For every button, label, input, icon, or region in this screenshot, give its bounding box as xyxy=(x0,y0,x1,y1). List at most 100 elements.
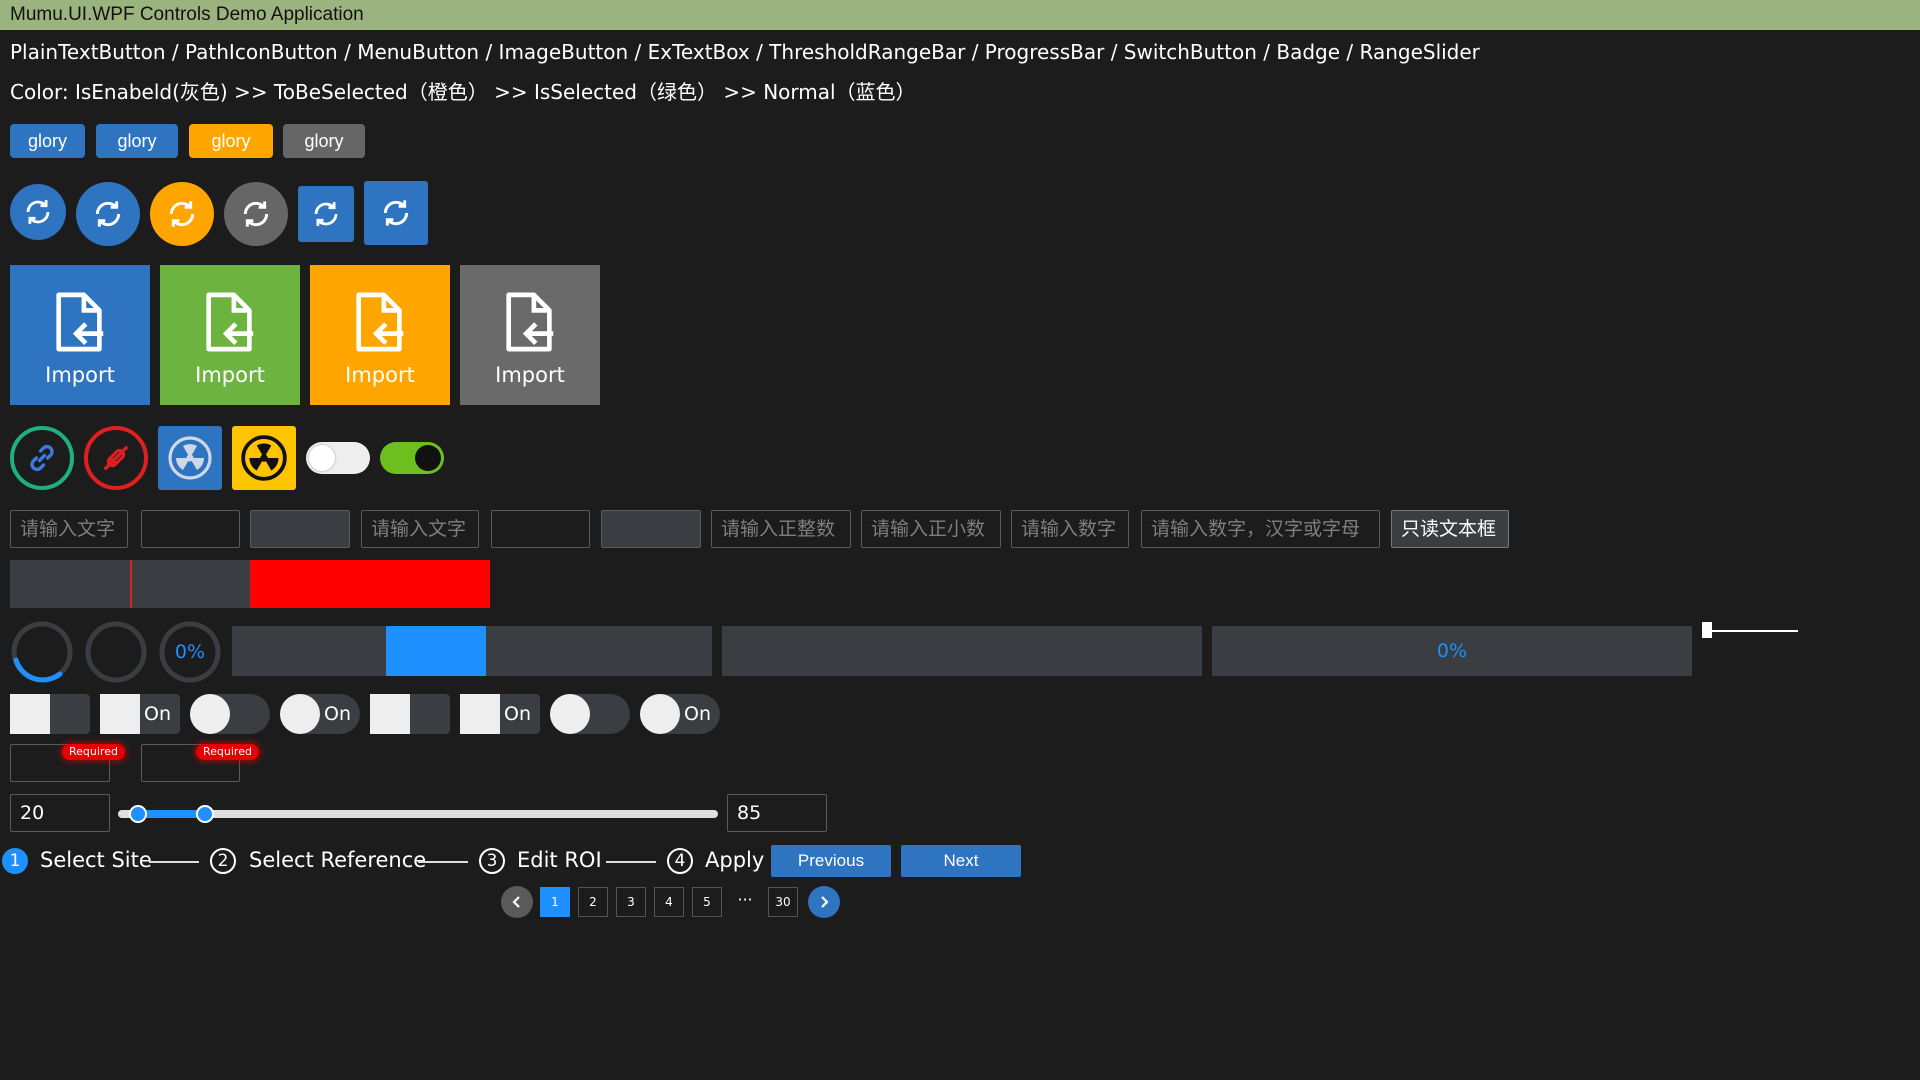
page-button-3[interactable]: 3 xyxy=(616,887,646,917)
import-label: Import xyxy=(45,363,115,387)
refresh-icon xyxy=(243,201,269,227)
range-slider-lower-thumb[interactable] xyxy=(128,805,147,823)
page-button-5[interactable]: 5 xyxy=(692,887,722,917)
controls-description: PlainTextButton / PathIconButton / MenuB… xyxy=(10,40,1480,64)
disconnected-status-button[interactable] xyxy=(84,426,148,490)
step-connector xyxy=(606,861,656,863)
required-badge: Required xyxy=(62,744,125,760)
range-slider-fill xyxy=(137,810,205,818)
chevron-left-icon xyxy=(512,896,520,908)
text-input-disabled-2[interactable] xyxy=(601,510,701,548)
step-2-indicator: 2 xyxy=(210,848,236,874)
toggle-switch-on[interactable] xyxy=(380,442,444,474)
refresh-square-button[interactable] xyxy=(298,186,354,242)
file-import-icon xyxy=(356,292,404,352)
progress-ring-percent: 0% xyxy=(158,620,222,684)
switch-round-off[interactable] xyxy=(190,694,270,734)
switch-round-on-2[interactable]: On xyxy=(640,694,720,734)
slider-thumb[interactable] xyxy=(1702,622,1712,638)
progress-ring-indeterminate xyxy=(10,620,74,684)
refresh-square-button-large[interactable] xyxy=(364,181,428,245)
refresh-round-button-to-be-selected[interactable] xyxy=(150,182,214,246)
threshold-exceeded-fill xyxy=(250,560,490,608)
text-input-empty[interactable] xyxy=(141,510,240,548)
switch-round-on[interactable]: On xyxy=(280,694,360,734)
next-button[interactable]: Next xyxy=(901,845,1021,877)
refresh-icon xyxy=(383,200,409,226)
switch-thumb xyxy=(190,694,230,734)
range-min-input[interactable]: 20 xyxy=(10,794,110,832)
file-import-icon xyxy=(506,292,554,352)
number-input[interactable]: 请输入数字 xyxy=(1011,510,1129,548)
progress-ring-empty xyxy=(84,620,148,684)
step-3-label[interactable]: Edit ROI xyxy=(517,845,602,875)
threshold-range-bar xyxy=(10,560,490,608)
switch-square-off[interactable] xyxy=(10,694,90,734)
step-2-label[interactable]: Select Reference xyxy=(249,845,426,875)
page-button-1[interactable]: 1 xyxy=(540,887,570,917)
text-input-empty-2[interactable] xyxy=(491,510,590,548)
import-image-button[interactable]: Import xyxy=(10,265,150,405)
step-4-label[interactable]: Apply xyxy=(705,845,764,875)
switch-label: On xyxy=(684,703,711,725)
plain-text-button-normal[interactable]: glory xyxy=(96,124,178,158)
threshold-slider[interactable] xyxy=(1702,622,1798,638)
connected-status-button[interactable] xyxy=(10,426,74,490)
radiation-warning-icon xyxy=(241,435,287,481)
integer-input[interactable]: 请输入正整数 xyxy=(711,510,851,548)
radiation-button[interactable] xyxy=(158,426,222,490)
import-image-button-disabled[interactable]: Import xyxy=(460,265,600,405)
switch-square-off-2[interactable] xyxy=(370,694,450,734)
color-legend: Color: IsEnabeld(灰色) >> ToBeSelected（橙色）… xyxy=(10,80,916,104)
switch-label: On xyxy=(324,703,351,725)
progress-ring-label: 0% xyxy=(174,641,206,663)
pagination-ellipsis[interactable]: ··· xyxy=(730,887,760,917)
alphanumeric-input[interactable]: 请输入数字，汉字或字母 xyxy=(1141,510,1380,548)
text-input[interactable]: 请输入文字 xyxy=(10,510,128,548)
switch-thumb xyxy=(100,694,140,734)
page-button-4[interactable]: 4 xyxy=(654,887,684,917)
toggle-switch-off[interactable] xyxy=(306,442,370,474)
refresh-round-button-large[interactable] xyxy=(76,182,140,246)
plain-text-button-to-be-selected[interactable]: glory xyxy=(189,124,273,158)
text-input-disabled[interactable] xyxy=(250,510,350,548)
switch-round-off-2[interactable] xyxy=(550,694,630,734)
chevron-right-icon xyxy=(821,896,829,908)
import-image-button-to-be-selected[interactable]: Import xyxy=(310,265,450,405)
page-button-2[interactable]: 2 xyxy=(578,887,608,917)
range-slider-upper-thumb[interactable] xyxy=(196,805,214,823)
file-import-icon xyxy=(206,292,254,352)
refresh-icon xyxy=(95,201,121,227)
radiation-icon xyxy=(168,436,212,480)
step-1-label[interactable]: Select Site xyxy=(40,845,152,875)
decimal-input[interactable]: 请输入正小数 xyxy=(861,510,1001,548)
page-button-last[interactable]: 30 xyxy=(768,887,798,917)
radiation-warning-button[interactable] xyxy=(232,426,296,490)
refresh-round-button-gray[interactable] xyxy=(224,182,288,246)
switch-square-on-2[interactable]: On xyxy=(460,694,540,734)
text-input-2[interactable]: 请输入文字 xyxy=(361,510,479,548)
pagination-next-button[interactable] xyxy=(808,886,840,918)
switch-square-on[interactable]: On xyxy=(100,694,180,734)
step-connector xyxy=(418,861,468,863)
switch-thumb xyxy=(370,694,410,734)
switch-label: On xyxy=(504,703,531,725)
switch-thumb xyxy=(460,694,500,734)
readonly-textbox: 只读文本框 xyxy=(1391,510,1509,548)
import-label: Import xyxy=(345,363,415,387)
window-title: Mumu.UI.WPF Controls Demo Application xyxy=(0,0,1920,30)
switch-label: On xyxy=(144,703,171,725)
plain-text-button-gray[interactable]: glory xyxy=(283,124,365,158)
import-image-button-selected[interactable]: Import xyxy=(160,265,300,405)
step-4-indicator: 4 xyxy=(667,848,693,874)
range-slider-track[interactable] xyxy=(118,805,718,823)
switch-thumb xyxy=(10,694,50,734)
plain-text-button-disabled[interactable]: glory xyxy=(10,124,85,158)
range-max-input[interactable]: 85 xyxy=(727,794,827,832)
refresh-round-button[interactable] xyxy=(10,184,66,240)
refresh-icon xyxy=(26,200,50,224)
pagination-prev-button[interactable] xyxy=(501,886,533,918)
required-badge: Required xyxy=(196,744,259,760)
switch-thumb xyxy=(280,694,320,734)
previous-button[interactable]: Previous xyxy=(771,845,891,877)
